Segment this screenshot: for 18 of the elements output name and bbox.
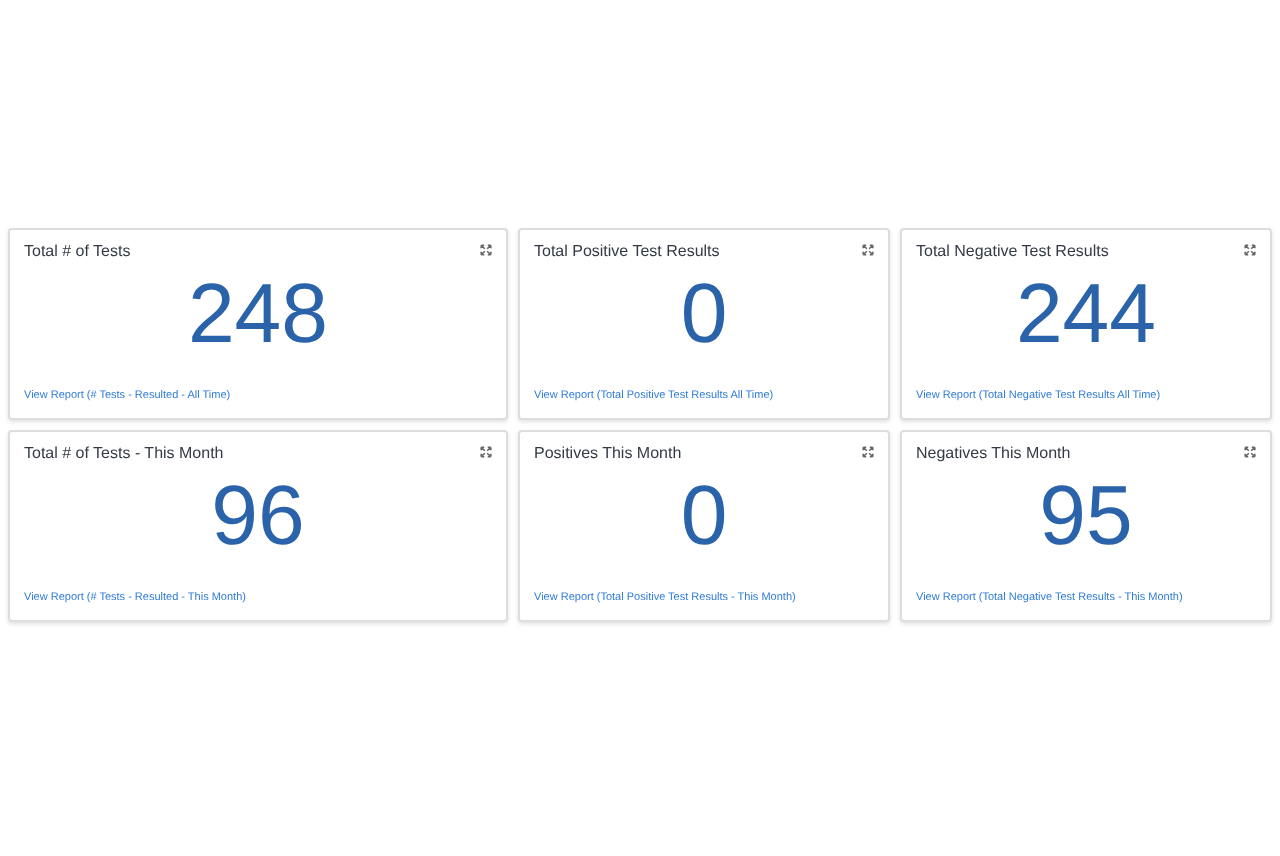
card-title: Negatives This Month — [916, 444, 1071, 464]
card-title: Total Negative Test Results — [916, 242, 1109, 262]
card-title: Positives This Month — [534, 444, 682, 464]
metric-value: 0 — [680, 472, 728, 560]
expand-icon[interactable] — [862, 244, 874, 256]
expand-icon[interactable] — [862, 446, 874, 458]
metric-value: 244 — [1015, 270, 1157, 358]
card-title: Total # of Tests - This Month — [24, 444, 224, 464]
metric-value: 95 — [1039, 472, 1133, 560]
metric-value: 0 — [680, 270, 728, 358]
metric-value: 248 — [187, 270, 329, 358]
card-title: Total # of Tests — [24, 242, 131, 262]
metric-value: 96 — [211, 472, 305, 560]
card-title: Total Positive Test Results — [534, 242, 720, 262]
expand-icon[interactable] — [480, 446, 492, 458]
expand-icon[interactable] — [1244, 244, 1256, 256]
expand-icon[interactable] — [1244, 446, 1256, 458]
expand-icon[interactable] — [480, 244, 492, 256]
